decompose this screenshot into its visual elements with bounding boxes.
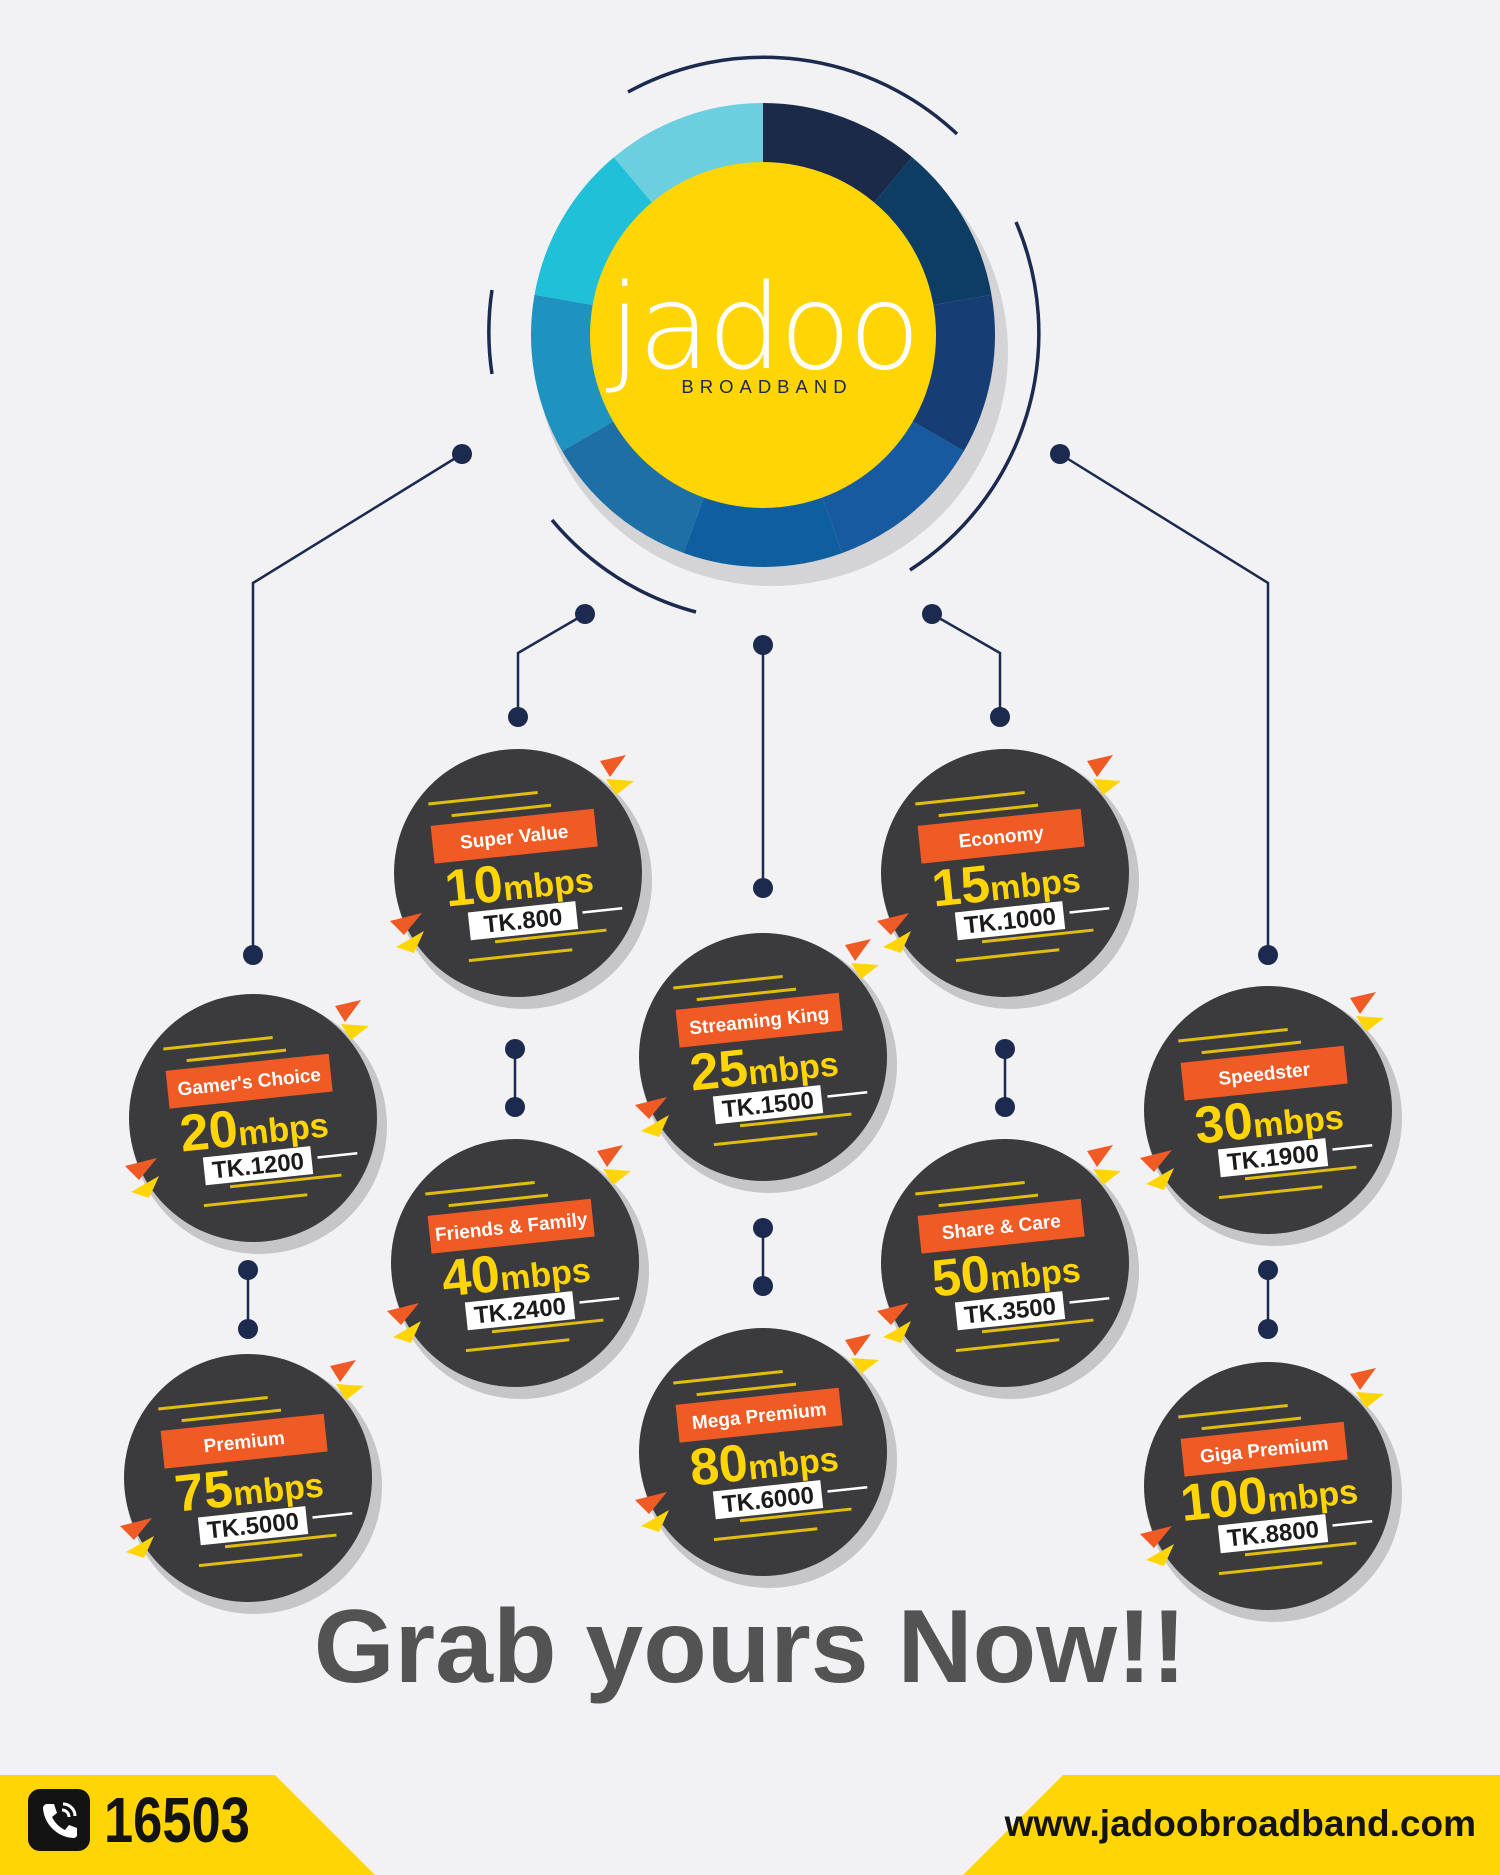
plan-streaming-king[interactable]: Streaming King25mbpsTK.1500 — [635, 933, 897, 1193]
plan-giga-premium[interactable]: Giga Premium100mbpsTK.8800 — [1140, 1362, 1402, 1622]
brand-tagline: BROADBAND — [681, 376, 852, 397]
headline: Grab yours Now!! — [313, 1589, 1187, 1705]
plan-speedster[interactable]: Speedster30mbpsTK.1900 — [1140, 986, 1402, 1246]
plan-premium[interactable]: Premium75mbpsTK.5000 — [120, 1354, 382, 1614]
phone-icon — [28, 1789, 90, 1851]
brand-logo: jadoo BROADBAND — [487, 55, 1041, 614]
plan-mega-premium[interactable]: Mega Premium80mbpsTK.6000 — [635, 1328, 897, 1588]
plan-share-care[interactable]: Share & Care50mbpsTK.3500 — [877, 1139, 1139, 1399]
footer-bar: 16503 www.jadoobroadband.com — [0, 1775, 1500, 1875]
plan-friends-family[interactable]: Friends & Family40mbpsTK.2400 — [387, 1139, 649, 1399]
hotline-number: 16503 — [104, 1784, 250, 1856]
website-link[interactable]: www.jadoobroadband.com — [1005, 1805, 1476, 1842]
plan-gamer-s-choice[interactable]: Gamer's Choice20mbpsTK.1200 — [125, 994, 387, 1254]
plan-economy[interactable]: Economy15mbpsTK.1000 — [877, 749, 1139, 1009]
plan-super-value[interactable]: Super Value10mbpsTK.800 — [390, 749, 652, 1009]
poster: jadoo BROADBAND Super Value 10mbps TK.800 E… — [0, 0, 1500, 1875]
hotline[interactable]: 16503 — [28, 1788, 282, 1852]
